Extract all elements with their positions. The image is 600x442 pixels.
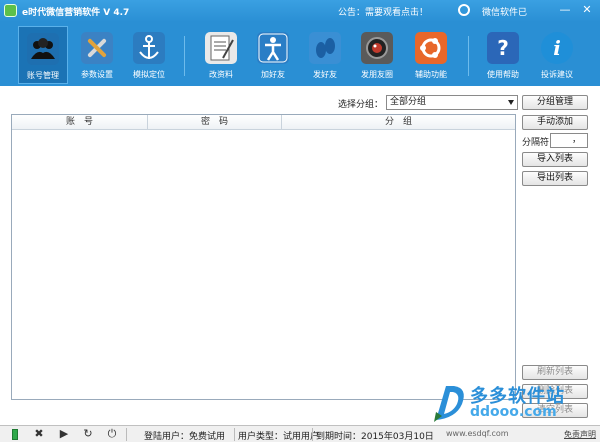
column-header-group[interactable]: 分 组 [282,115,515,130]
manual-add-button[interactable]: 手动添加 [522,115,588,130]
group-manage-button[interactable]: 分组管理 [522,95,588,110]
table-header: 账 号 密 码 分 组 [12,115,515,130]
tool-label: 辅助功能 [415,70,447,79]
separator-label: 分隔符 [522,138,550,148]
tool-feedback[interactable]: i 投诉建议 [532,26,582,84]
toolbar-divider [468,36,469,76]
status-bar: ✖ ▶ ↻ ⏻ 登陆用户：免费试用 用户类型：试用用户 到期时间：2015年03… [0,425,600,442]
notepad-icon [205,32,237,64]
weixin-link[interactable]: 微信软件已 [482,5,527,18]
tool-assist-functions[interactable]: 辅助功能 [406,26,456,84]
power-icon[interactable]: ⏻ [106,428,118,440]
chevron-down-icon [508,100,514,105]
tool-label: 模拟定位 [133,70,165,79]
tool-label: 加好友 [261,70,285,79]
tool-label: 账号管理 [27,71,59,80]
refresh-list-button[interactable]: 刷新列表 [522,365,588,380]
play-icon[interactable]: ▶ [58,428,70,440]
refresh-icon[interactable]: ↻ [82,428,94,440]
camera-icon [361,32,393,64]
watermark-logo-icon [434,386,464,422]
title-bar: e时代微信营销软件 V 4.7 公告：需要观看点击！ 微信软件已 — ✕ [0,0,600,22]
tool-label: 参数设置 [81,70,113,79]
tool-label: 投诉建议 [541,70,573,79]
disclaimer-link[interactable]: 免责声明 [564,429,596,440]
tool-edit-profile[interactable]: 改资料 [196,26,246,84]
announcement-link[interactable]: 公告：需要观看点击！ [338,5,428,18]
tool-account-manage[interactable]: 账号管理 [18,26,68,84]
minimize-button[interactable]: — [556,2,574,18]
close-button[interactable]: ✕ [578,2,596,18]
toolbar-divider [184,36,185,76]
export-list-button[interactable]: 导出列表 [522,171,588,186]
main-toolbar: 账号管理 参数设置 模拟定位 改资料 加好友 发好友 发朋友圈 辅助功能 ? 使… [0,22,600,86]
separator-input[interactable]: ， [550,133,588,148]
footprints-icon [309,32,341,64]
account-table[interactable]: 账 号 密 码 分 组 [11,114,516,400]
group-select-value: 全部分组 [390,97,427,107]
wrench-icon [81,32,113,64]
tool-parameter-settings[interactable]: 参数设置 [72,26,122,84]
column-header-account[interactable]: 账 号 [12,115,148,130]
tool-label: 改资料 [209,70,233,79]
app-title: e时代微信营销软件 V 4.7 [22,8,130,18]
users-icon [27,33,59,65]
person-icon [257,32,289,64]
status-divider [126,428,127,441]
status-divider [312,428,313,441]
expire-time-text: 到期时间：2015年03月10日 [316,432,434,442]
anchor-icon [133,32,165,64]
info-icon: i [541,32,573,64]
tool-post-moments[interactable]: 发朋友圈 [352,26,402,84]
settings-icon[interactable] [458,4,470,16]
import-list-button[interactable]: 导入列表 [522,152,588,167]
column-header-password[interactable]: 密 码 [148,115,282,130]
tool-add-friends[interactable]: 加好友 [248,26,298,84]
group-select-label: 选择分组： [338,100,384,110]
connection-status-icon [12,429,18,440]
svg-text:i: i [553,36,561,60]
watermark-url: ddooo.com [470,404,557,420]
app-window: e时代微信营销软件 V 4.7 公告：需要观看点击！ 微信软件已 — ✕ 账号管… [0,0,600,442]
question-icon: ? [487,32,519,64]
user-type-text: 用户类型：试用用户 [238,432,320,442]
ubuntu-icon [415,32,447,64]
status-divider [234,428,235,441]
tool-help[interactable]: ? 使用帮助 [478,26,528,84]
site-url[interactable]: www.esdqf.com [446,429,509,438]
tool-mock-location[interactable]: 模拟定位 [124,26,174,84]
tool-label: 使用帮助 [487,70,519,79]
tool-label: 发朋友圈 [361,70,393,79]
tool-label: 发好友 [313,70,337,79]
app-logo-icon [4,4,17,17]
tools-icon[interactable]: ✖ [32,428,46,440]
group-select[interactable]: 全部分组 [386,95,518,110]
svg-text:?: ? [497,36,509,60]
tool-message-friends[interactable]: 发好友 [300,26,350,84]
login-user-text: 登陆用户：免费试用 [144,432,226,442]
